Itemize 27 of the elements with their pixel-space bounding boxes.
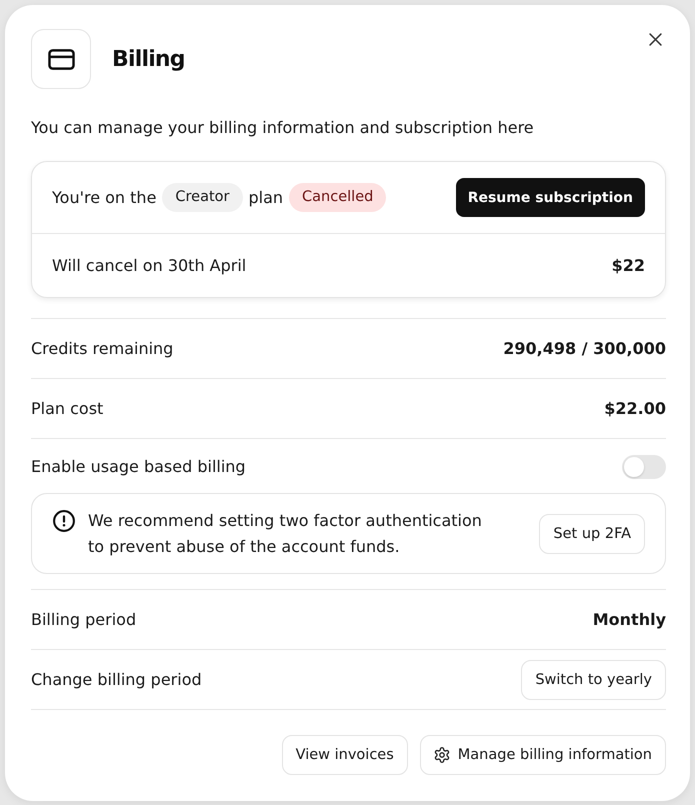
dialog-description: You can manage your billing information and subscription here [31, 117, 535, 139]
dialog-title: Billing [112, 46, 185, 72]
settings-icon [434, 747, 450, 763]
row-label: Change billing period [31, 670, 202, 689]
row-label: Enable usage based billing [31, 457, 246, 476]
plan-text: plan [248, 188, 284, 207]
row-value: $22.00 [604, 399, 666, 418]
cancel-date-text: Will cancel on 30th April [52, 256, 246, 275]
status-badge: Cancelled [289, 183, 386, 212]
price-text: $22 [612, 256, 645, 275]
plan-text: You're on the [52, 188, 156, 207]
row-value: 290,498 / 300,000 [503, 339, 666, 358]
exclamation-circle-icon [53, 510, 75, 532]
row-value: Monthly [592, 610, 666, 629]
plan-badge: Creator [162, 183, 242, 212]
resume-subscription-button[interactable]: Resume subscription [456, 178, 645, 217]
credit-card-icon [31, 29, 91, 89]
view-invoices-button[interactable]: View invoices [282, 735, 408, 775]
switch-to-yearly-button[interactable]: Switch to yearly [521, 660, 666, 700]
row-label: Plan cost [31, 399, 104, 418]
manage-billing-button[interactable]: Manage billing information [420, 735, 666, 775]
row-label: Credits remaining [31, 339, 174, 358]
toggle-switch[interactable] [622, 455, 666, 479]
alert-message: We recommend setting two factor authentication to prevent abuse of the account funds. [88, 510, 483, 558]
close-icon[interactable] [649, 33, 662, 46]
set-up-2fa-button[interactable]: Set up 2FA [539, 514, 645, 554]
row-label: Billing period [31, 610, 136, 629]
